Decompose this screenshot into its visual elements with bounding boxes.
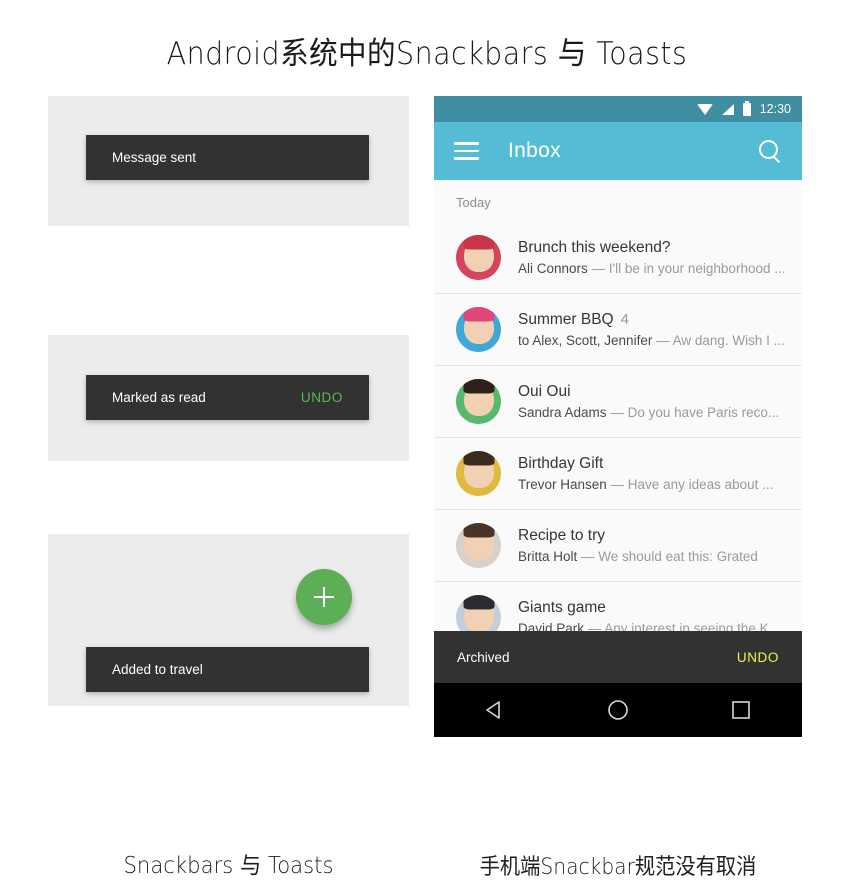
example-panel-message-sent: Message sent	[48, 96, 409, 226]
email-subject: Summer BBQ 4	[518, 311, 629, 328]
android-navigation-bar	[434, 683, 802, 737]
email-list-item[interactable]: Oui Oui Sandra Adams — Do you have Paris …	[434, 366, 802, 438]
list-section-label: Today	[456, 195, 491, 210]
snackbar-marked-as-read[interactable]: Marked as read UNDO	[86, 375, 369, 420]
avatar	[456, 307, 501, 352]
status-bar-clock: 12:30	[759, 102, 791, 116]
snackbar-archived[interactable]: Archived UNDO	[434, 631, 802, 683]
email-text-block: Summer BBQ 4 to Alex, Scott, Jennifer — Aw…	[518, 311, 784, 348]
snackbar-added-to-travel[interactable]: Added to travel	[86, 647, 369, 692]
email-list-item[interactable]: Recipe to try Britta Holt — We should eat…	[434, 510, 802, 582]
example-panel-added-to-travel: Added to travel	[48, 534, 409, 706]
avatar-hair	[463, 379, 494, 394]
email-text-block: Oui Oui Sandra Adams — Do you have Paris …	[518, 383, 784, 420]
back-triangle-icon[interactable]	[474, 689, 516, 731]
snackbar-text: Message sent	[112, 150, 197, 165]
illustration-stage: Message sent Marked as read UNDO Added t…	[0, 96, 854, 880]
app-bar: Inbox	[434, 122, 802, 180]
recents-square-icon[interactable]	[720, 689, 762, 731]
email-subject: Birthday Gift	[518, 455, 604, 472]
wifi-icon	[696, 103, 713, 115]
avatar-hair	[463, 235, 494, 250]
plus-icon	[323, 587, 325, 607]
avatar-hair	[463, 307, 494, 322]
signal-icon	[721, 103, 734, 115]
email-thread-count: 4	[620, 311, 629, 328]
email-text-block: Brunch this weekend? Ali Connors — I'll b…	[518, 239, 784, 276]
app-bar-title: Inbox	[508, 139, 561, 162]
email-sender: Britta Holt	[518, 549, 578, 564]
email-snippet: to Alex, Scott, Jennifer — Aw dang. Wish…	[518, 333, 784, 348]
snackbar-text: Added to travel	[112, 662, 203, 677]
snackbar-undo-button[interactable]: UNDO	[737, 650, 779, 665]
home-circle-icon[interactable]	[597, 689, 639, 731]
hamburger-menu-icon[interactable]	[454, 142, 479, 160]
battery-icon	[742, 100, 751, 116]
avatar-hair	[463, 595, 494, 610]
email-snippet: Britta Holt — We should eat this: Grated	[518, 549, 758, 564]
caption-right: 手机端Snackbar规范没有取消	[479, 855, 757, 880]
email-list-item[interactable]: Birthday Gift Trevor Hansen — Have any id…	[434, 438, 802, 510]
avatar	[456, 235, 501, 280]
avatar	[456, 379, 501, 424]
email-subject: Brunch this weekend?	[518, 239, 671, 256]
email-snippet: Trevor Hansen — Have any ideas about ...	[518, 477, 774, 492]
snackbar-text: Marked as read	[112, 390, 206, 405]
snackbar-text: Archived	[457, 649, 510, 665]
avatar-hair	[463, 451, 494, 466]
email-subject: Giants game	[518, 599, 606, 616]
snackbar-message-sent[interactable]: Message sent	[86, 135, 369, 180]
floating-action-button[interactable]	[296, 569, 352, 625]
page-title: Android系统中的Snackbars 与 Toasts	[166, 36, 688, 72]
email-subject: Recipe to try	[518, 527, 606, 544]
email-subject: Oui Oui	[518, 383, 571, 400]
email-sender: Ali Connors	[518, 261, 588, 276]
phone-mockup: 12:30 Inbox Today Brunch this weekend? Al…	[434, 96, 802, 737]
email-text-block: Birthday Gift Trevor Hansen — Have any id…	[518, 455, 784, 492]
status-bar: 12:30	[434, 96, 802, 122]
email-sender: Trevor Hansen	[518, 477, 607, 492]
avatar	[456, 523, 501, 568]
caption-left: Snackbars 与 Toasts	[123, 853, 334, 879]
email-text-block: Recipe to try Britta Holt — We should eat…	[518, 527, 784, 564]
avatar-hair	[463, 523, 494, 538]
search-icon[interactable]	[758, 139, 782, 163]
email-list-item[interactable]: Summer BBQ 4 to Alex, Scott, Jennifer — Aw…	[434, 294, 802, 366]
email-list-item[interactable]: Brunch this weekend? Ali Connors — I'll b…	[434, 222, 802, 294]
left-examples-column: Message sent Marked as read UNDO Added t…	[48, 96, 409, 706]
avatar	[456, 451, 501, 496]
email-list[interactable]: Today Brunch this weekend? Ali Connors — …	[434, 180, 802, 675]
email-sender: to Alex, Scott, Jennifer	[518, 333, 653, 348]
example-panel-marked-as-read: Marked as read UNDO	[48, 335, 409, 461]
snackbar-undo-button[interactable]: UNDO	[301, 390, 343, 405]
email-sender: Sandra Adams	[518, 405, 607, 420]
email-snippet: Sandra Adams — Do you have Paris reco...	[518, 405, 780, 420]
email-snippet: Ali Connors — I'll be in your neighborho…	[518, 261, 784, 276]
